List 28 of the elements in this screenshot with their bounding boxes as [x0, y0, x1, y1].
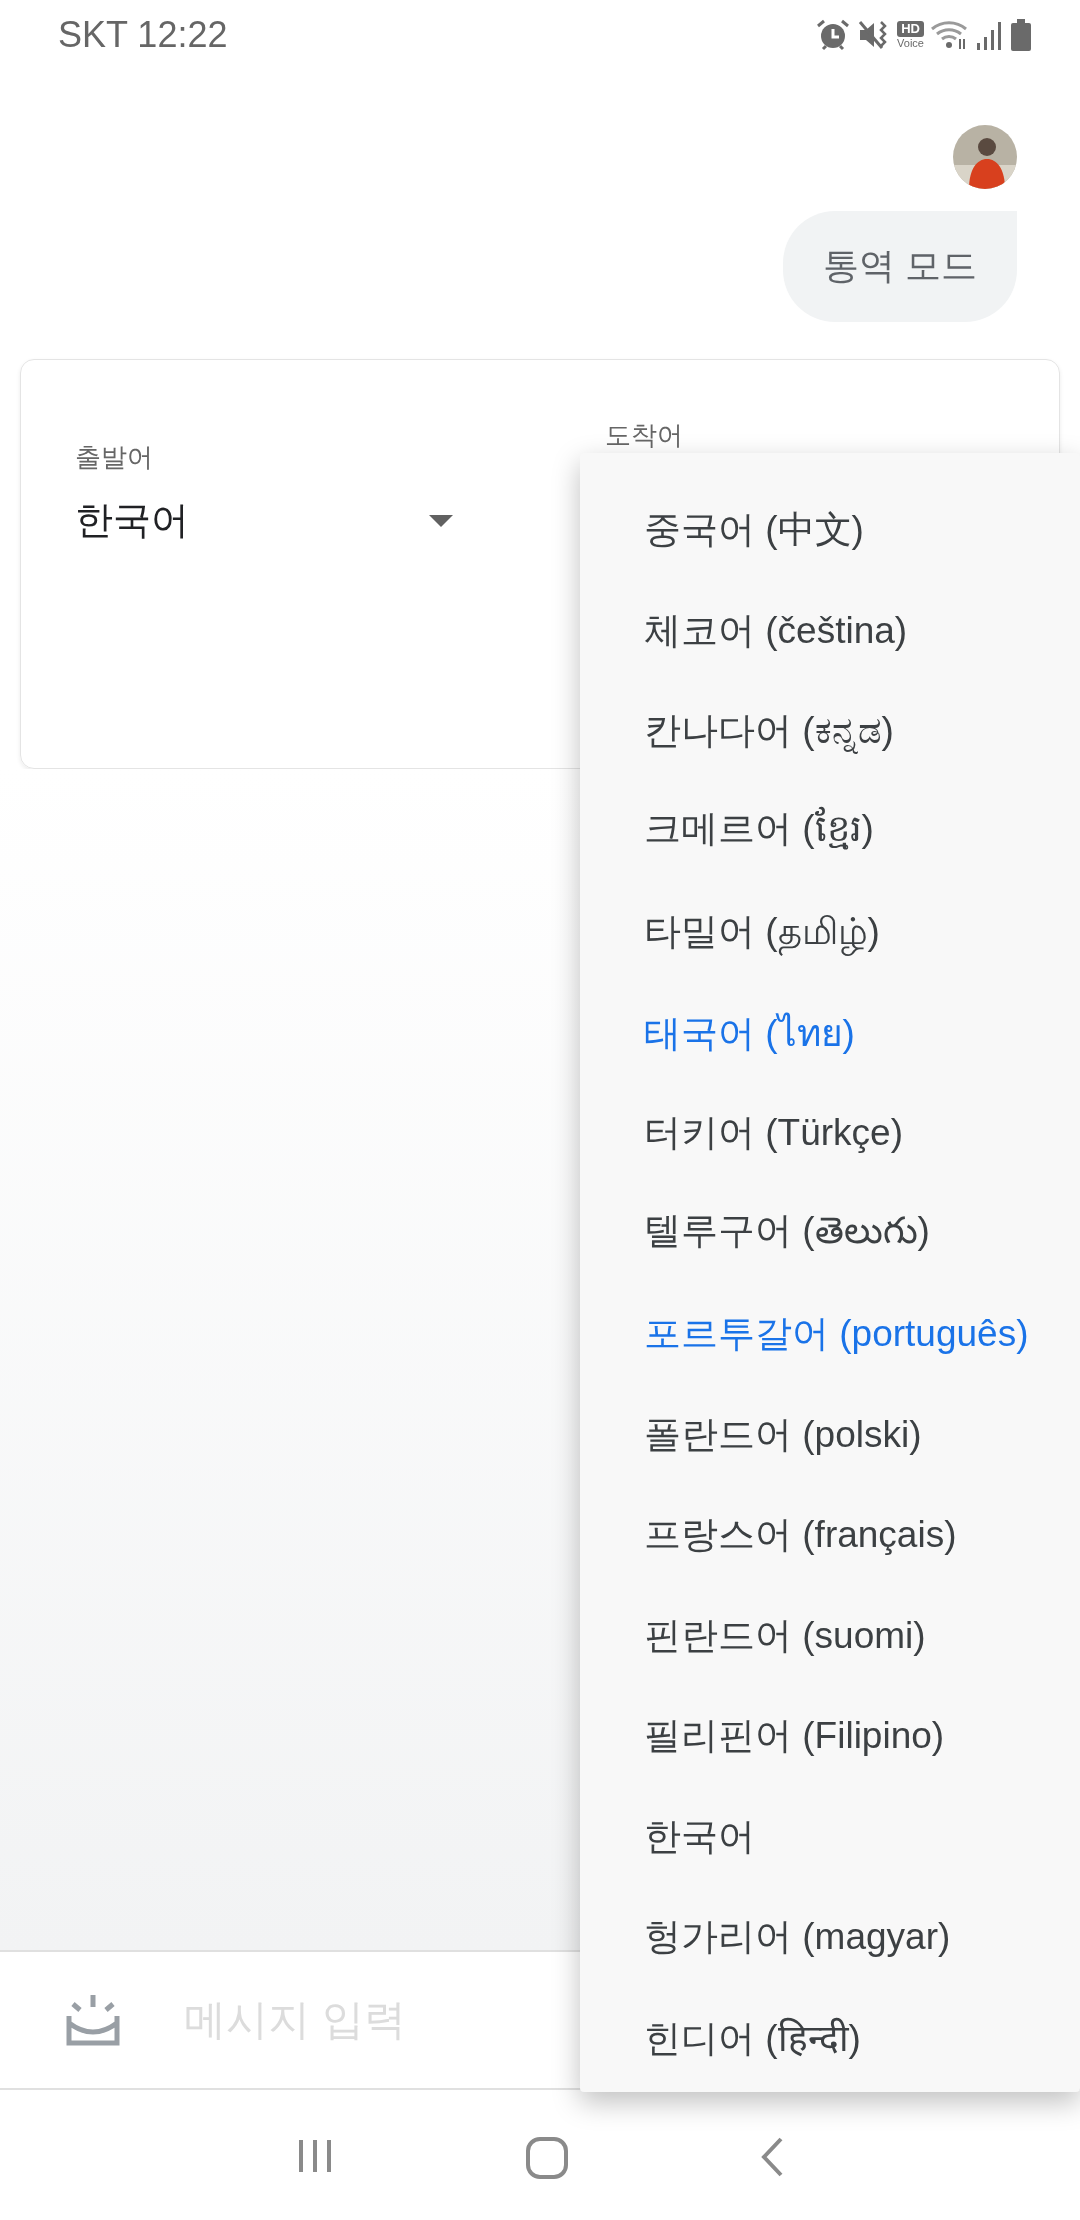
chat-bubble: 통역 모드	[783, 211, 1017, 322]
language-option[interactable]: 폴란드어 (polski)	[580, 1384, 1080, 1485]
language-option[interactable]: 핀란드어 (suomi)	[580, 1585, 1080, 1686]
back-icon[interactable]	[759, 2136, 785, 2178]
target-label: 도착어	[605, 419, 684, 452]
tray-icon[interactable]	[66, 1994, 120, 2046]
language-option[interactable]: 포르투갈어 (português)	[580, 1284, 1080, 1385]
language-option[interactable]: 텔루구어 (తెలుగు)	[580, 1183, 1080, 1284]
language-option[interactable]: 터키어 (Türkçe)	[580, 1083, 1080, 1184]
language-option[interactable]: 헝가리어 (magyar)	[580, 1887, 1080, 1988]
language-option[interactable]: 필리핀어 (Filipino)	[580, 1686, 1080, 1787]
language-option[interactable]: 태국어 (ไทย)	[580, 982, 1080, 1083]
status-time: SKT 12:22	[58, 14, 228, 56]
language-option[interactable]: 중국어 (中文)	[580, 480, 1080, 581]
language-option[interactable]: 체코어 (čeština)	[580, 580, 1080, 681]
source-language-dropdown[interactable]: 한국어	[75, 495, 453, 546]
language-option[interactable]: 한국어	[580, 1786, 1080, 1887]
alarm-icon	[815, 18, 852, 52]
language-option[interactable]: 프랑스어 (français)	[580, 1485, 1080, 1586]
language-option[interactable]: 크메르어 (ខ្មែរ)	[580, 781, 1080, 882]
source-label: 출발어	[75, 441, 154, 474]
language-option[interactable]: 타밀어 (தமிழ்)	[580, 882, 1080, 983]
home-icon[interactable]	[525, 2136, 569, 2180]
battery-icon	[1010, 18, 1032, 52]
language-option[interactable]: 힌디어 (हिन्दी)	[580, 1987, 1080, 2088]
dropdown-arrow-icon	[429, 514, 453, 527]
language-option[interactable]: 칸나다어 (ಕನ್ನಡ)	[580, 681, 1080, 782]
signal-icon	[976, 19, 1004, 51]
